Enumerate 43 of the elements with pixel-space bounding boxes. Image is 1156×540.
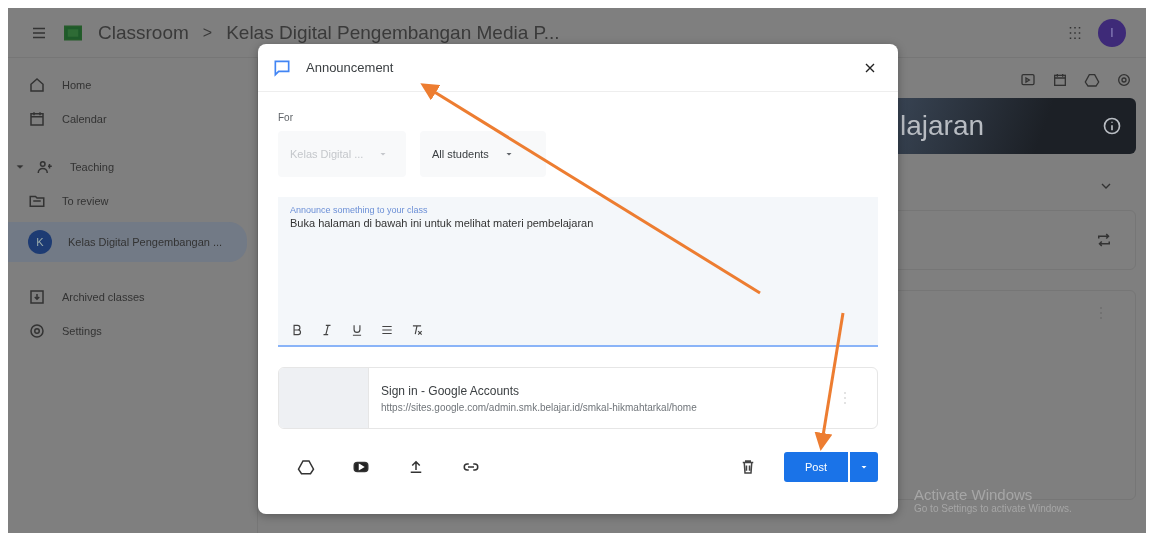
announcement-field[interactable]: Buka halaman di bawah ini untuk melihat materi pembelajaran [290, 215, 866, 235]
link-attachment-card[interactable]: Sign in - Google Accounts https://sites.google.com/admin.smk.belajar.id/smkal-hikmahtarkal/home [278, 367, 878, 429]
sidebar-item[interactable]: Settings [8, 314, 247, 348]
class-title: lajaran [900, 110, 985, 142]
bold-button[interactable] [290, 323, 304, 337]
for-label: For [278, 112, 294, 123]
calendar-icon [28, 110, 46, 128]
post-button[interactable]: Post [784, 452, 848, 482]
announcement-field-label: Announce something to your class [290, 205, 429, 215]
archive-icon [28, 288, 46, 306]
settings-icon[interactable] [1116, 72, 1132, 88]
sidebar-item[interactable]: To review [8, 184, 247, 218]
sidebar-item[interactable]: Calendar [8, 102, 247, 136]
drive-icon[interactable] [1084, 72, 1100, 88]
bulleted-list-button[interactable] [380, 323, 394, 337]
list-icon [380, 323, 394, 337]
bold-icon [290, 323, 304, 337]
underline-button[interactable] [350, 323, 364, 337]
expand-caret-icon [16, 163, 24, 171]
sidebar-item[interactable]: K Kelas Digital Pengembangan ... [8, 222, 247, 262]
breadcrumb-title[interactable]: Kelas Digital Pengembangan Media P... [226, 21, 560, 44]
attachment-title: Sign in - Google Accounts [381, 383, 521, 398]
clear-formatting-button[interactable] [410, 323, 424, 337]
people-icon [36, 158, 54, 176]
sidebar-item[interactable]: Home [8, 68, 247, 102]
breadcrumb-separator: > [202, 23, 213, 42]
dialog-title: Announcement [306, 60, 395, 75]
sidebar-item[interactable]: Archived classes [8, 280, 247, 314]
audience-select[interactable]: All students [420, 131, 546, 177]
calendar-icon[interactable] [1052, 72, 1068, 88]
drive-icon [297, 458, 315, 476]
class-avatar: K [28, 230, 52, 254]
repeat-icon[interactable] [1095, 231, 1113, 249]
app-name[interactable]: Classroom [98, 21, 189, 44]
sidebar-item[interactable]: Teaching [8, 150, 247, 184]
account-avatar[interactable]: I [1098, 18, 1126, 47]
info-icon[interactable] [1102, 116, 1122, 136]
underline-icon [350, 323, 364, 337]
settings-icon [28, 322, 46, 340]
home-icon [28, 76, 46, 94]
clearfmt-icon [410, 323, 424, 337]
attachment-url: https://sites.google.com/admin.smk.belajar.id/smkal-hikmahtarkal/home [381, 401, 698, 413]
video-icon[interactable] [1020, 72, 1036, 88]
